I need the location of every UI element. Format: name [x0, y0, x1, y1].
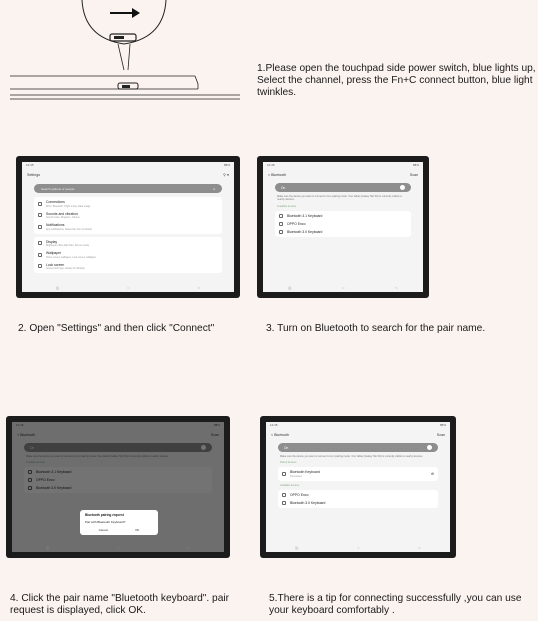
bluetooth-header: < Bluetooth Scan [266, 430, 450, 440]
image-icon [38, 252, 42, 257]
status-bar: 12:4588% [26, 163, 230, 167]
search-input[interactable]: Search options or people ● [34, 184, 222, 193]
back-icon[interactable]: < [188, 545, 190, 550]
tablet-bluetooth: 12:45 88% < Bluetooth Scan On Make sure t… [257, 156, 429, 298]
sun-icon [38, 241, 42, 246]
scan-button[interactable]: Scan [410, 173, 418, 177]
available-devices-header: Available devices [280, 483, 300, 487]
scan-button[interactable]: Scan [437, 433, 445, 437]
paired-devices-header: Paired devices [280, 461, 297, 465]
step-5-caption: 5.There is a tip for connecting successf… [269, 593, 522, 616]
tablet-connected: 12:45 88% < Bluetooth Scan On Make sure t… [260, 416, 456, 558]
back-icon[interactable]: < [418, 545, 420, 550]
recents-icon[interactable]: ||| [56, 285, 59, 290]
settings-item-sounds[interactable]: Sounds and vibration Sound mode, Ringtone… [34, 210, 222, 222]
settings-item-display[interactable]: Display Brightness, Blue light filter, Sc… [34, 238, 222, 250]
tablet-pair-request: 12:4588% < Bluetooth Scan On Make sure t… [6, 416, 230, 558]
gear-icon[interactable]: ⚙ [431, 472, 434, 476]
keyboard-icon [279, 229, 283, 234]
ok-button[interactable]: OK [135, 528, 139, 532]
bluetooth-header: < Bluetooth Scan [263, 170, 423, 180]
pair-dialog-text: Pair with Bluetooth Keyboard? [85, 520, 126, 524]
keyboard-icon [279, 213, 283, 218]
pair-dialog: Bluetooth pairing request Pair with Blue… [80, 510, 158, 535]
keyboard-icon [282, 500, 286, 505]
settings-item-notifications[interactable]: Notifications App notifications, Status b… [34, 221, 222, 233]
nav-bar: ||| ○ < [263, 285, 423, 290]
settings-group-1: Connections Wi-Fi, Bluetooth, Flight mode… [34, 197, 222, 234]
back-icon[interactable]: < [198, 285, 200, 290]
paired-device-list: Bluetooth Keyboard Connected ⚙ [278, 467, 438, 481]
recents-icon[interactable]: ||| [288, 285, 291, 290]
device-item[interactable]: Bluetooth 3.1 Keyboard [275, 212, 411, 220]
toggle-knob [400, 185, 405, 190]
nav-bar: ||| ○ < [266, 545, 450, 550]
settings-group-2: Display Brightness, Blue light filter, Sc… [34, 236, 222, 273]
cancel-button[interactable]: Cancel [99, 528, 108, 532]
pair-dialog-title: Bluetooth pairing request [85, 513, 124, 517]
step-2-caption: 2. Open "Settings" and then click "Conne… [18, 323, 215, 334]
available-devices-header: Available devices [277, 204, 297, 208]
device-list: Bluetooth 3.1 Keyboard OPPO Enco Bluetoo… [275, 210, 411, 237]
recents-icon[interactable]: ||| [295, 545, 298, 550]
paired-device-item[interactable]: Bluetooth Keyboard Connected ⚙ [278, 468, 438, 480]
nav-bar: ||| ○ < [12, 545, 224, 550]
settings-screen: 12:45 88% Settings ⚲ ● Search options or … [22, 162, 234, 292]
recents-icon[interactable]: ||| [46, 545, 49, 550]
nav-bar: ||| ○ < [22, 285, 234, 290]
sound-icon [38, 213, 42, 218]
back-button[interactable]: < Bluetooth [268, 173, 286, 177]
back-button[interactable]: < Bluetooth [271, 433, 289, 437]
settings-item-connections[interactable]: Connections Wi-Fi, Bluetooth, Flight mode… [34, 198, 222, 210]
lock-icon [38, 264, 42, 269]
settings-item-wallpaper[interactable]: Wallpaper Home screen wallpaper, Lock scr… [34, 249, 222, 261]
bluetooth-screen: 12:45 88% < Bluetooth Scan On Make sure t… [263, 162, 423, 292]
phone-icon [279, 221, 283, 226]
visibility-note: Make sure the device you want to connect… [280, 455, 423, 458]
pair-request-screen: 12:4588% < Bluetooth Scan On Make sure t… [12, 422, 224, 552]
home-icon[interactable]: ○ [127, 285, 129, 290]
keyboard-icon [282, 472, 286, 477]
page-title: Settings [27, 173, 40, 177]
home-icon[interactable]: ○ [342, 285, 344, 290]
step-1-caption: 1.Please open the touchpad side power sw… [257, 63, 536, 98]
back-icon[interactable]: < [395, 285, 397, 290]
home-icon[interactable]: ○ [357, 545, 359, 550]
settings-item-lock-screen[interactable]: Lock screen Screen lock type, Always On D… [34, 261, 222, 273]
wifi-icon [38, 201, 42, 206]
power-switch-illustration [10, 0, 240, 100]
status-bar: 12:4588% [270, 423, 446, 427]
device-item[interactable]: Bluetooth 3.0 Keyboard [275, 228, 411, 236]
toggle-knob [427, 445, 432, 450]
tablet-settings: 12:45 88% Settings ⚲ ● Search options or … [16, 156, 240, 298]
device-item[interactable]: Bluetooth 3.0 Keyboard [278, 499, 438, 507]
visibility-note: Make sure the device you want to connect… [277, 195, 402, 202]
step-4-caption: 4. Click the pair name "Bluetooth keyboa… [10, 593, 230, 616]
search-icon[interactable]: ⚲ ● [223, 173, 229, 177]
device-item[interactable]: OPPO Enco [278, 491, 438, 499]
step-3-caption: 3. Turn on Bluetooth to search for the p… [266, 323, 486, 334]
mic-icon[interactable]: ● [213, 187, 215, 191]
device-list: OPPO Enco Bluetooth 3.0 Keyboard [278, 489, 438, 508]
phone-icon [282, 492, 286, 497]
home-icon[interactable]: ○ [117, 545, 119, 550]
bluetooth-toggle[interactable]: On [278, 443, 438, 452]
connected-screen: 12:45 88% < Bluetooth Scan On Make sure t… [266, 422, 450, 552]
device-item[interactable]: OPPO Enco [275, 220, 411, 228]
settings-header: Settings ⚲ ● [22, 170, 234, 180]
status-bar: 12:4588% [267, 163, 419, 167]
bluetooth-toggle[interactable]: On [275, 183, 411, 192]
bell-icon [38, 224, 42, 229]
